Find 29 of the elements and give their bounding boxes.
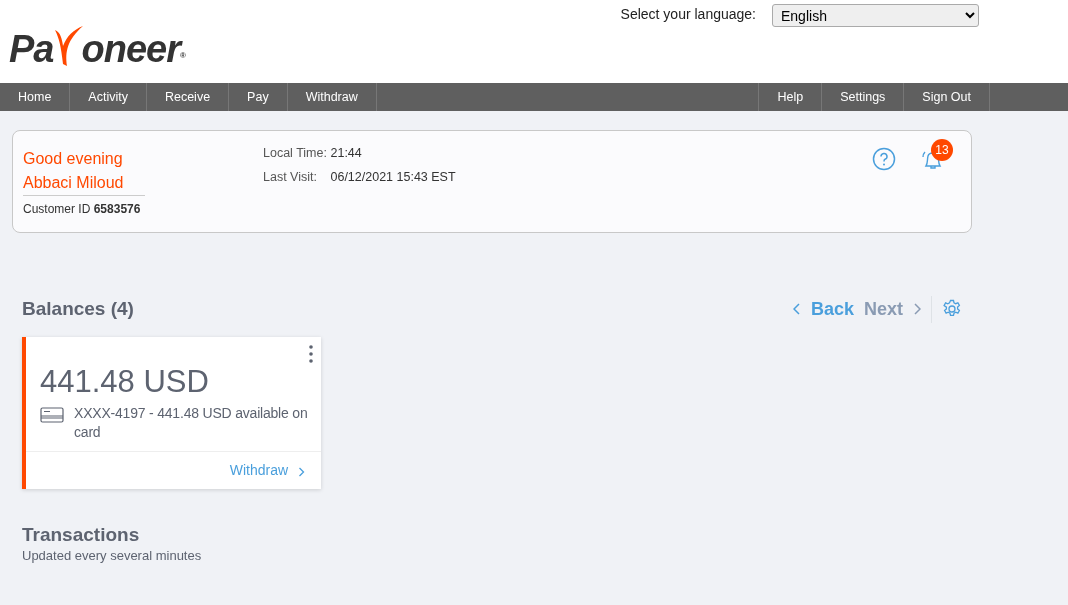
card-icon	[40, 406, 64, 423]
balance-amount: 441.48 USD	[39, 362, 210, 400]
section-title: Transactions	[22, 525, 141, 547]
info-label: Local Time:	[263, 145, 327, 162]
info-label: Last Visit:	[263, 169, 318, 186]
info-value: 06/12/2021 15:43 EST	[330, 170, 456, 184]
language-select[interactable]: English	[772, 4, 979, 27]
info-value: 21:44	[330, 146, 362, 160]
help-icon[interactable]	[872, 147, 896, 171]
chevron-right-icon	[913, 303, 921, 316]
nav-link[interactable]: Withdraw	[287, 83, 377, 111]
customer-id: Customer ID 6583576	[23, 195, 145, 218]
more-options-icon[interactable]	[309, 344, 313, 363]
nav-link[interactable]: Settings	[822, 83, 905, 111]
card-detail: XXXX-4197 - 441.48 USD available on card	[74, 403, 309, 442]
language-label: Select your language:	[620, 5, 756, 24]
nav-link[interactable]: Pay	[229, 83, 288, 111]
nav-link[interactable]: Receive	[146, 83, 230, 111]
nav-link[interactable]: Sign Out	[904, 83, 990, 111]
customer-name: Abbaci Miloud	[23, 173, 125, 193]
section-title: Balances (4)	[22, 297, 134, 321]
greeting-text: Good evening	[23, 149, 124, 169]
nav-link[interactable]: Activity	[70, 83, 147, 111]
nav-link[interactable]: Home	[0, 83, 71, 111]
notification-count: 13	[931, 139, 953, 161]
chevron-right-icon	[298, 466, 305, 477]
section-subtitle: Updated every several minutes	[22, 547, 203, 566]
chevron-left-icon	[792, 303, 801, 316]
nav-link[interactable]: Help	[758, 83, 823, 111]
